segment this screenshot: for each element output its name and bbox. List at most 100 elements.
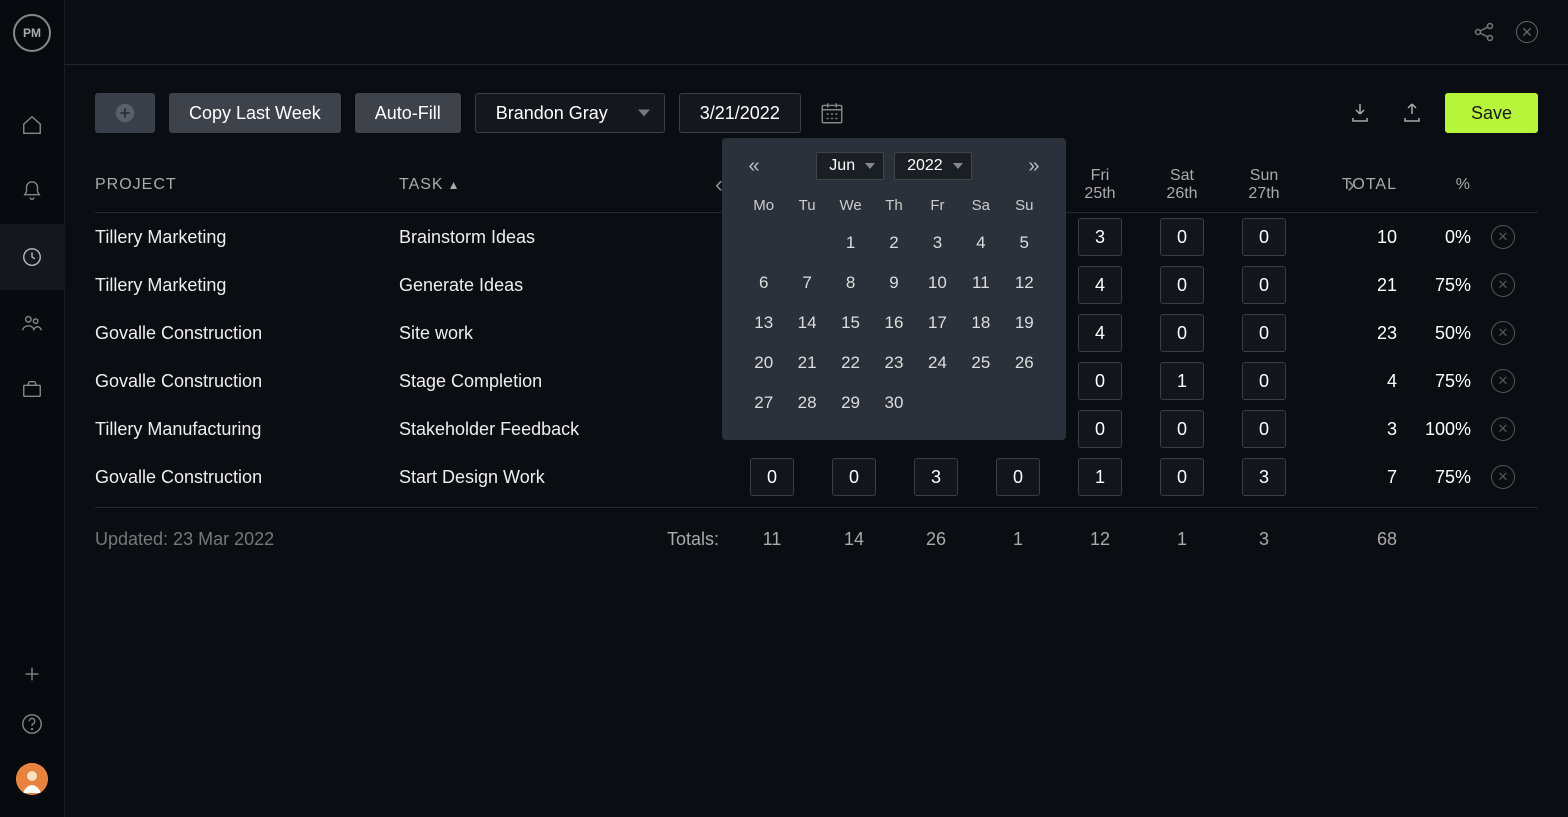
task-cell: Stakeholder Feedback: [399, 419, 729, 440]
plus-icon[interactable]: [0, 663, 65, 685]
hours-input[interactable]: [1078, 314, 1122, 352]
bell-icon[interactable]: [0, 158, 65, 224]
cal-day[interactable]: 12: [1003, 264, 1046, 302]
hours-input[interactable]: [1160, 410, 1204, 448]
task-cell: Site work: [399, 323, 729, 344]
row-delete-icon[interactable]: ✕: [1491, 321, 1515, 345]
row-percent: 75%: [1401, 371, 1471, 392]
row-delete-icon[interactable]: ✕: [1491, 465, 1515, 489]
hours-input[interactable]: [1160, 266, 1204, 304]
cal-dow: Th: [872, 190, 915, 222]
cal-day[interactable]: 26: [1003, 344, 1046, 382]
cal-day[interactable]: 16: [872, 304, 915, 342]
row-delete-icon[interactable]: ✕: [1491, 417, 1515, 441]
hours-input[interactable]: [1078, 362, 1122, 400]
cal-day[interactable]: 23: [872, 344, 915, 382]
hours-input[interactable]: [1242, 458, 1286, 496]
hours-input[interactable]: [1160, 314, 1204, 352]
hours-input[interactable]: [914, 458, 958, 496]
briefcase-icon[interactable]: [0, 356, 65, 422]
share-icon[interactable]: [1472, 20, 1496, 44]
auto-fill-button[interactable]: Auto-Fill: [355, 93, 461, 133]
cal-day[interactable]: 18: [959, 304, 1002, 342]
row-percent: 75%: [1401, 275, 1471, 296]
row-total: 10: [1307, 227, 1397, 248]
hours-input[interactable]: [1078, 458, 1122, 496]
cal-day[interactable]: 19: [1003, 304, 1046, 342]
hours-input[interactable]: [1242, 362, 1286, 400]
cal-day[interactable]: 11: [959, 264, 1002, 302]
hours-input[interactable]: [1242, 314, 1286, 352]
cal-day[interactable]: 9: [872, 264, 915, 302]
sort-asc-icon: ▲: [448, 178, 461, 192]
month-select[interactable]: Jun: [816, 152, 884, 180]
calendar-icon[interactable]: [815, 96, 849, 130]
hours-input[interactable]: [1078, 266, 1122, 304]
hours-input[interactable]: [832, 458, 876, 496]
add-row-button[interactable]: [95, 93, 155, 133]
day-fri: Fri25th: [1061, 167, 1139, 203]
date-picker-popover: « Jun 2022 » MoTuWeThFrSaSu..12345678910…: [722, 138, 1066, 440]
user-avatar[interactable]: [16, 763, 48, 795]
task-cell: Brainstorm Ideas: [399, 227, 729, 248]
cal-day[interactable]: 2: [872, 224, 915, 262]
hours-input[interactable]: [1160, 218, 1204, 256]
hours-input[interactable]: [1078, 218, 1122, 256]
copy-last-week-button[interactable]: Copy Last Week: [169, 93, 341, 133]
cal-day[interactable]: 24: [916, 344, 959, 382]
hours-input[interactable]: [750, 458, 794, 496]
row-delete-icon[interactable]: ✕: [1491, 273, 1515, 297]
project-cell: Govalle Construction: [95, 371, 395, 392]
cal-day[interactable]: 3: [916, 224, 959, 262]
hours-input[interactable]: [1078, 410, 1122, 448]
user-select[interactable]: Brandon Gray: [475, 93, 665, 133]
row-delete-icon[interactable]: ✕: [1491, 225, 1515, 249]
hours-input[interactable]: [1242, 410, 1286, 448]
people-icon[interactable]: [0, 290, 65, 356]
row-delete-icon[interactable]: ✕: [1491, 369, 1515, 393]
save-button[interactable]: Save: [1445, 93, 1538, 133]
col-percent: %: [1401, 176, 1471, 194]
cal-dow: Sa: [959, 190, 1002, 222]
cal-day[interactable]: 30: [872, 384, 915, 422]
hours-input[interactable]: [1160, 362, 1204, 400]
next-week-button[interactable]: ›: [1347, 171, 1355, 199]
row-total: 3: [1307, 419, 1397, 440]
cal-day[interactable]: 17: [916, 304, 959, 342]
hours-input[interactable]: [996, 458, 1040, 496]
export-icon[interactable]: [1393, 94, 1431, 132]
help-icon[interactable]: [0, 713, 65, 735]
day-sat: Sat26th: [1143, 167, 1221, 203]
cal-day[interactable]: 10: [916, 264, 959, 302]
cal-day[interactable]: 27: [742, 384, 785, 422]
home-icon[interactable]: [0, 92, 65, 158]
download-icon[interactable]: [1341, 94, 1379, 132]
cal-day[interactable]: 29: [829, 384, 872, 422]
cal-day[interactable]: 6: [742, 264, 785, 302]
cal-day[interactable]: 21: [785, 344, 828, 382]
date-input[interactable]: 3/21/2022: [679, 93, 801, 133]
cal-day[interactable]: 13: [742, 304, 785, 342]
col-task[interactable]: TASK▲: [399, 176, 729, 194]
cal-day[interactable]: 7: [785, 264, 828, 302]
cal-day[interactable]: 20: [742, 344, 785, 382]
cal-day[interactable]: 14: [785, 304, 828, 342]
clock-icon[interactable]: [0, 224, 65, 290]
cal-day[interactable]: 25: [959, 344, 1002, 382]
cal-next-icon[interactable]: »: [1022, 155, 1046, 178]
hours-input[interactable]: [1242, 266, 1286, 304]
cal-day[interactable]: 22: [829, 344, 872, 382]
hours-input[interactable]: [1242, 218, 1286, 256]
cal-day[interactable]: 8: [829, 264, 872, 302]
year-select[interactable]: 2022: [894, 152, 972, 180]
cal-prev-icon[interactable]: «: [742, 155, 766, 178]
cal-day[interactable]: 1: [829, 224, 872, 262]
task-cell: Stage Completion: [399, 371, 729, 392]
day-sun: Sun27th: [1225, 167, 1303, 203]
cal-day[interactable]: 28: [785, 384, 828, 422]
hours-input[interactable]: [1160, 458, 1204, 496]
cal-day[interactable]: 15: [829, 304, 872, 342]
cal-day[interactable]: 5: [1003, 224, 1046, 262]
cal-day[interactable]: 4: [959, 224, 1002, 262]
close-icon[interactable]: ✕: [1516, 21, 1538, 43]
